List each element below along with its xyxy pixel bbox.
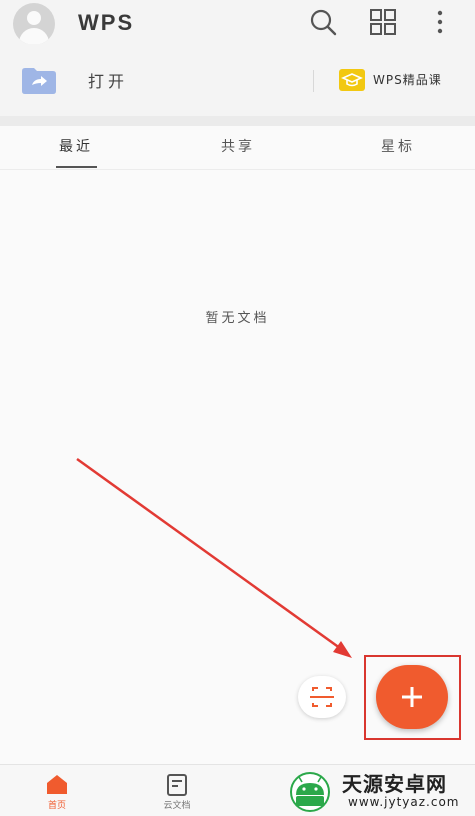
watermark-title: 天源安卓网 [342, 772, 447, 796]
nav-home[interactable]: 首页 [17, 765, 97, 816]
tab-starred[interactable]: 星标 [381, 136, 415, 156]
scan-icon [310, 687, 334, 707]
wps-course-label[interactable]: WPS精品课 [373, 71, 442, 88]
nav-cloud-docs-label: 云文档 [163, 801, 191, 811]
create-new-button[interactable] [376, 665, 448, 729]
avatar-shoulders [19, 28, 49, 45]
nav-cloud-docs[interactable]: 云文档 [137, 765, 217, 816]
active-tab-indicator [56, 166, 97, 168]
nav-home-label: 首页 [47, 801, 66, 811]
folder-open-icon[interactable] [22, 68, 56, 94]
plus-icon [402, 687, 422, 707]
apps-grid-icon[interactable] [367, 6, 399, 38]
svg-text:WPS: WPS [78, 10, 134, 35]
wps-logo: WPS [78, 10, 134, 35]
scan-button[interactable] [298, 676, 346, 718]
search-icon[interactable] [307, 6, 339, 38]
divider [313, 70, 314, 92]
avatar-head [27, 11, 41, 25]
empty-state-message: 暂无文档 [205, 311, 270, 326]
watermark-url: www.jytyaz.com [348, 795, 460, 809]
section-gap [0, 116, 475, 126]
tab-bar: 最近 共享 星标 [0, 126, 475, 170]
open-label[interactable]: 打开 [88, 68, 128, 92]
site-watermark: 天源安卓网 www.jytyaz.com [280, 766, 475, 815]
tab-recent[interactable]: 最近 [59, 136, 93, 156]
cloud-doc-icon [167, 774, 187, 796]
top-bar: WPS [0, 0, 475, 45]
graduation-cap-icon[interactable] [339, 69, 365, 91]
open-row: 打开 WPS精品课 [0, 44, 475, 116]
tab-shared[interactable]: 共享 [221, 136, 255, 156]
home-icon [47, 775, 67, 794]
more-vertical-icon[interactable] [424, 6, 456, 38]
android-logo-icon [290, 772, 330, 812]
avatar[interactable] [13, 3, 55, 45]
